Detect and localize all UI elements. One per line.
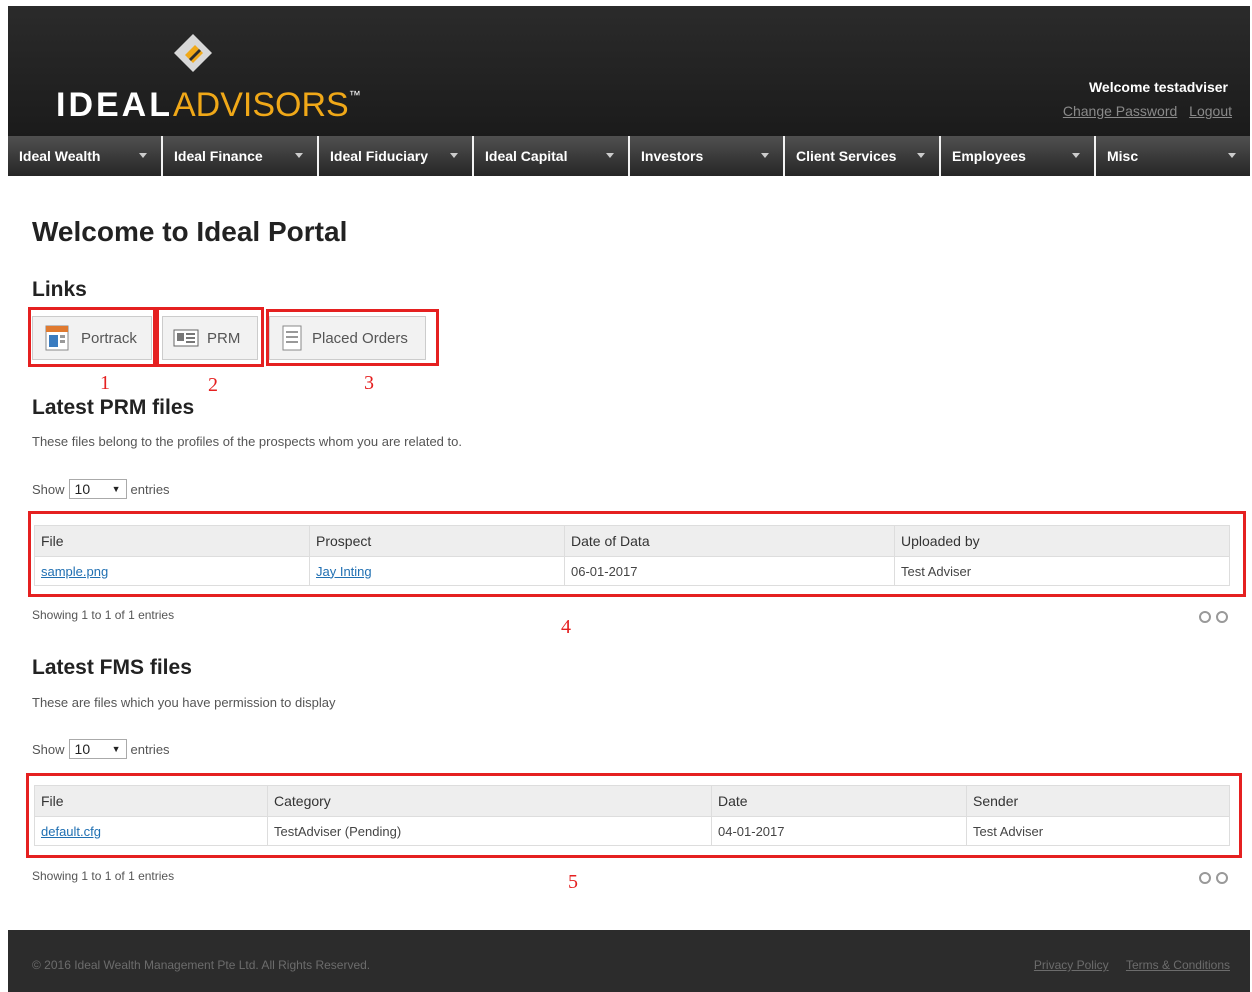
entries-label: entries <box>130 741 170 757</box>
annotation-box-1 <box>28 307 156 367</box>
nav-ideal-fiduciary[interactable]: Ideal Fiduciary <box>319 136 474 176</box>
caret-down-icon <box>139 153 147 158</box>
caret-down-icon <box>1228 153 1236 158</box>
nav-investors[interactable]: Investors <box>630 136 785 176</box>
fms-files-heading: Latest FMS files <box>32 656 192 679</box>
prm-table-info: Showing 1 to 1 of 1 entries <box>32 608 175 622</box>
prm-length-control: Show 10 ▼ entries <box>32 479 170 499</box>
annotation-marker-3: 3 <box>364 372 374 394</box>
fms-description: These are files which you have permissio… <box>32 695 336 710</box>
nav-label: Employees <box>952 148 1026 164</box>
site-header: IDEALADVISORS™ Welcome testadviser Chang… <box>8 6 1250 136</box>
logout-link[interactable]: Logout <box>1189 103 1232 119</box>
user-links: Change Password Logout <box>1055 103 1232 119</box>
annotation-box-5 <box>26 773 1242 858</box>
caret-down-icon <box>917 153 925 158</box>
nav-label: Misc <box>1107 148 1139 164</box>
prm-pagination <box>1194 611 1228 623</box>
fms-table-info: Showing 1 to 1 of 1 entries <box>32 869 175 883</box>
nav-label: Client Services <box>796 148 897 164</box>
previous-page-icon[interactable] <box>1199 872 1211 884</box>
logo-text-bold: IDEAL <box>56 86 173 124</box>
entries-value: 10 <box>74 481 91 497</box>
logo-wordmark[interactable]: IDEALADVISORS™ <box>56 86 364 125</box>
entries-label: entries <box>130 481 170 497</box>
show-label: Show <box>32 481 65 497</box>
prm-description: These files belong to the profiles of th… <box>32 434 462 449</box>
entries-value: 10 <box>74 741 91 757</box>
logo-trademark: ™ <box>348 88 364 102</box>
caret-down-icon <box>295 153 303 158</box>
site-footer: © 2016 Ideal Wealth Management Pte Ltd. … <box>8 930 1250 992</box>
fms-entries-select[interactable]: 10 ▼ <box>68 739 127 759</box>
previous-page-icon[interactable] <box>1199 611 1211 623</box>
prm-files-heading: Latest PRM files <box>32 396 195 419</box>
links-heading: Links <box>32 278 87 301</box>
nav-ideal-wealth[interactable]: Ideal Wealth <box>8 136 163 176</box>
annotation-marker-2: 2 <box>208 374 218 396</box>
welcome-text: Welcome testadviser <box>1088 79 1228 95</box>
diamond-logo-icon <box>174 34 212 72</box>
caret-down-icon <box>761 153 769 158</box>
caret-down-icon <box>1072 153 1080 158</box>
annotation-box-4 <box>28 511 1246 597</box>
logo-text-light: ADVISORS <box>173 86 349 124</box>
annotation-box-2 <box>156 307 264 367</box>
annotation-marker-4: 4 <box>561 616 571 638</box>
page-title: Welcome to Ideal Portal <box>32 216 348 247</box>
nav-ideal-finance[interactable]: Ideal Finance <box>163 136 319 176</box>
nav-employees[interactable]: Employees <box>941 136 1096 176</box>
dropdown-arrow-icon: ▼ <box>111 484 121 494</box>
fms-pagination <box>1194 872 1228 884</box>
show-label: Show <box>32 741 65 757</box>
annotation-marker-1: 1 <box>100 372 110 394</box>
nav-label: Investors <box>641 148 704 164</box>
nav-misc[interactable]: Misc <box>1096 136 1250 176</box>
annotation-box-3 <box>266 309 439 366</box>
fms-length-control: Show 10 ▼ entries <box>32 739 170 759</box>
nav-label: Ideal Fiduciary <box>330 148 429 164</box>
caret-down-icon <box>606 153 614 158</box>
privacy-policy-link[interactable]: Privacy Policy <box>1034 958 1109 972</box>
prm-entries-select[interactable]: 10 ▼ <box>68 479 127 499</box>
annotation-marker-5: 5 <box>568 871 578 893</box>
nav-ideal-capital[interactable]: Ideal Capital <box>474 136 630 176</box>
change-password-link[interactable]: Change Password <box>1063 103 1177 119</box>
copyright-text: © 2016 Ideal Wealth Management Pte Ltd. … <box>32 958 371 972</box>
caret-down-icon <box>450 153 458 158</box>
nav-label: Ideal Capital <box>485 148 568 164</box>
main-nav: Ideal Wealth Ideal Finance Ideal Fiducia… <box>8 136 1250 176</box>
next-page-icon[interactable] <box>1216 872 1228 884</box>
next-page-icon[interactable] <box>1216 611 1228 623</box>
nav-label: Ideal Wealth <box>19 148 101 164</box>
terms-conditions-link[interactable]: Terms & Conditions <box>1126 958 1230 972</box>
nav-label: Ideal Finance <box>174 148 263 164</box>
dropdown-arrow-icon: ▼ <box>111 744 121 754</box>
footer-links: Privacy Policy Terms & Conditions <box>1020 958 1230 972</box>
nav-client-services[interactable]: Client Services <box>785 136 941 176</box>
